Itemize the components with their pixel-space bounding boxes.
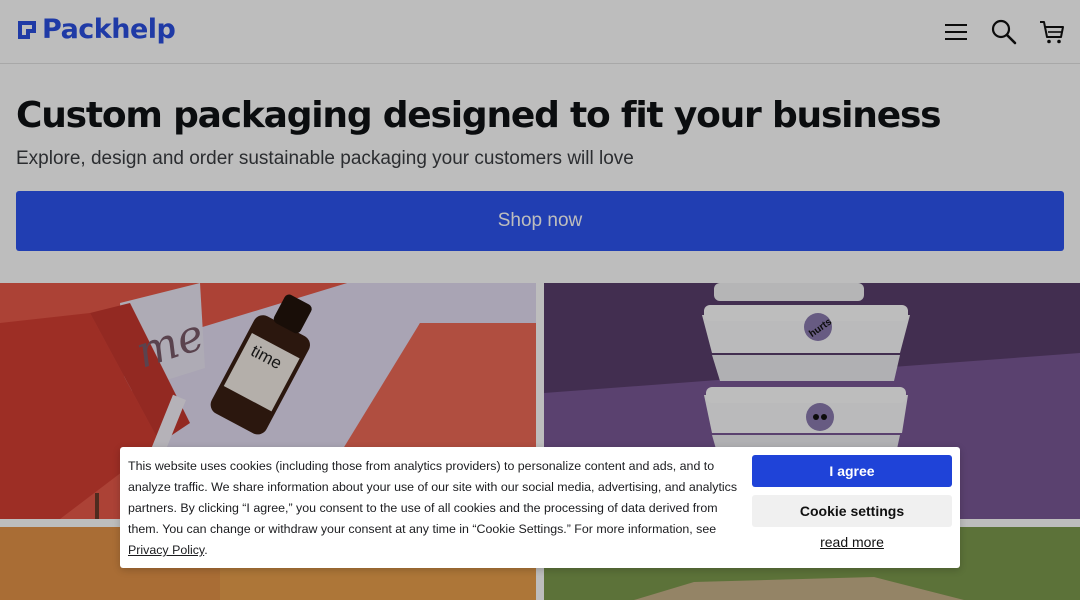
cookie-text: This website uses cookies (including tho… — [128, 459, 738, 557]
agree-button[interactable]: I agree — [752, 455, 952, 487]
cookie-banner: This website uses cookies (including tho… — [120, 447, 960, 568]
cookie-description: This website uses cookies (including tho… — [128, 459, 738, 536]
privacy-policy-link[interactable]: Privacy Policy — [128, 543, 204, 557]
read-more-link[interactable]: read more — [752, 534, 952, 550]
cookie-settings-button[interactable]: Cookie settings — [752, 495, 952, 527]
